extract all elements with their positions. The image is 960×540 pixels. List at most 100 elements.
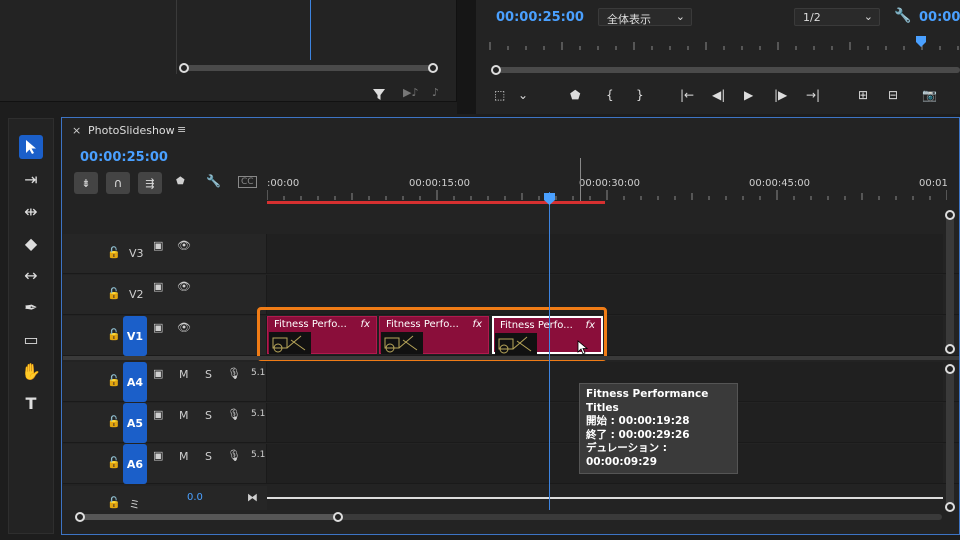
solo-button[interactable]: S (205, 409, 212, 422)
lock-icon[interactable]: 🔓 (107, 415, 121, 428)
program-scrollbar[interactable] (496, 67, 960, 73)
eye-icon[interactable]: 👁 (177, 239, 191, 252)
lock-icon[interactable]: 🔓 (107, 328, 121, 341)
channel-label: 5.1 (251, 450, 266, 460)
playhead-handle[interactable] (543, 190, 556, 205)
wrench-icon[interactable]: 🔧 (206, 174, 221, 188)
filter-icon[interactable] (372, 86, 386, 100)
program-scroll-handle[interactable] (491, 65, 501, 75)
timeline-zoom-left[interactable] (75, 512, 85, 522)
sync-lock-icon[interactable]: ▣ (153, 408, 163, 421)
master-volume-value[interactable]: 0.0 (187, 492, 203, 503)
zoom-scrollbar[interactable] (184, 65, 434, 71)
sync-lock-icon[interactable]: ▣ (153, 239, 163, 252)
program-ruler[interactable] (488, 36, 960, 54)
track-label[interactable]: V3 (129, 247, 144, 260)
razor-tool-icon[interactable]: ◆ (19, 231, 43, 255)
lift-icon[interactable]: ⊞ (858, 88, 868, 102)
captions-icon[interactable]: CC (238, 176, 257, 188)
close-icon[interactable]: × (72, 124, 81, 137)
snap-icon[interactable]: ∩ (106, 172, 130, 194)
track-label-active[interactable]: A6 (123, 444, 147, 484)
eye-icon[interactable]: 👁 (177, 321, 191, 334)
audio-tracks-scrollbar[interactable] (946, 368, 954, 506)
master-label: ミ (129, 498, 140, 511)
overwrite-video-icon[interactable]: ▶♪ (403, 86, 418, 99)
microphone-icon[interactable]: 🎙 (227, 367, 241, 380)
audio-scroll-handle-top[interactable] (945, 364, 955, 374)
track-label-active[interactable]: A5 (123, 403, 147, 443)
track-label[interactable]: V2 (129, 288, 144, 301)
mute-button[interactable]: M (179, 368, 189, 381)
hand-tool-icon[interactable]: ✋ (19, 359, 43, 383)
mark-out-icon[interactable]: } (636, 88, 644, 102)
zoom-handle-right[interactable] (428, 63, 438, 73)
linked-selection-icon[interactable]: ⇶ (138, 172, 162, 194)
sync-lock-icon[interactable]: ▣ (153, 449, 163, 462)
eye-icon[interactable]: 👁 (177, 280, 191, 293)
rectangle-tool-icon[interactable]: ▭ (19, 327, 43, 351)
add-marker-settings-icon[interactable]: ⬚ (494, 88, 505, 102)
video-scroll-handle-top[interactable] (945, 210, 955, 220)
lock-icon[interactable]: 🔓 (107, 496, 121, 509)
sync-lock-icon[interactable]: ▣ (153, 280, 163, 293)
track-select-tool-icon[interactable]: ⇥ (19, 167, 43, 191)
wrench-icon[interactable]: 🔧 (894, 8, 911, 24)
lock-icon[interactable]: 🔓 (107, 246, 121, 259)
cursor-icon (576, 340, 592, 356)
panel-divider (176, 0, 177, 74)
step-forward-icon[interactable]: |▶ (774, 88, 787, 102)
sync-lock-icon[interactable]: ▣ (153, 367, 163, 380)
resolution-dropdown[interactable]: 1/2 ⌄ (794, 8, 880, 26)
mark-in-icon[interactable]: { (606, 88, 614, 102)
solo-button[interactable]: S (205, 368, 212, 381)
add-marker-icon[interactable]: ⬟ (176, 176, 185, 187)
zoom-handle-left[interactable] (179, 63, 189, 73)
lock-icon[interactable]: 🔓 (107, 287, 121, 300)
fit-dropdown[interactable]: 全体表示 ⌄ (598, 8, 692, 26)
mute-button[interactable]: M (179, 409, 189, 422)
master-volume-line[interactable] (267, 497, 943, 499)
track-label-active[interactable]: A4 (123, 362, 147, 402)
sequence-timecode[interactable]: 00:00:25:00 (80, 150, 168, 165)
microphone-icon[interactable]: 🎙 (227, 449, 241, 462)
timeline-h-thumb[interactable] (80, 514, 338, 520)
video-scroll-handle-bottom[interactable] (945, 344, 955, 354)
marker-icon[interactable]: ⬟ (570, 88, 580, 102)
track-content[interactable] (267, 234, 943, 273)
ruler-label: 00:00:45:00 (749, 178, 811, 189)
fit-label: 全体表示 (607, 13, 651, 26)
selection-tool-icon[interactable] (19, 135, 43, 159)
lock-icon[interactable]: 🔓 (107, 456, 121, 469)
microphone-icon[interactable]: 🎙 (227, 408, 241, 421)
go-to-out-icon[interactable]: →| (806, 88, 820, 102)
video-audio-divider[interactable] (63, 356, 959, 360)
track-label-active[interactable]: V1 (123, 316, 147, 356)
mute-button[interactable]: M (179, 450, 189, 463)
ripple-edit-tool-icon[interactable]: ⇹ (19, 199, 43, 223)
panel-menu-icon[interactable]: ≡ (177, 123, 186, 136)
type-tool-icon[interactable]: T (19, 391, 43, 415)
extract-icon[interactable]: ⊟ (888, 88, 898, 102)
go-to-end-icon[interactable]: ⧓ (247, 491, 258, 504)
overwrite-audio-icon[interactable]: ♪ (432, 86, 439, 99)
sequence-tab[interactable]: PhotoSlideshow (88, 124, 175, 137)
camera-icon[interactable]: 📷 (922, 88, 937, 102)
play-icon[interactable]: ▶ (744, 88, 753, 102)
program-timecode[interactable]: 00:00:25:00 (496, 10, 584, 25)
video-tracks-scrollbar[interactable] (946, 214, 954, 350)
timeline-zoom-right[interactable] (333, 512, 343, 522)
chevron-down-icon[interactable]: ⌄ (518, 88, 528, 102)
step-back-icon[interactable]: ◀| (712, 88, 725, 102)
sync-lock-icon[interactable]: ▣ (153, 321, 163, 334)
solo-button[interactable]: S (205, 450, 212, 463)
go-to-in-icon[interactable]: |← (680, 88, 694, 102)
time-ruler[interactable]: :00:00 00:00:15:00 00:00:30:00 00:00:45:… (267, 158, 948, 204)
pen-tool-icon[interactable]: ✒ (19, 295, 43, 319)
track-content[interactable]: Fitness Perfo... fx Fitness Perfo... fx … (257, 307, 943, 361)
lock-icon[interactable]: 🔓 (107, 374, 121, 387)
playhead-line[interactable] (549, 192, 550, 510)
slip-tool-icon[interactable]: ↔ (19, 263, 43, 287)
audio-scroll-handle-bottom[interactable] (945, 502, 955, 512)
nest-toggle-icon[interactable]: ⇟ (74, 172, 98, 194)
